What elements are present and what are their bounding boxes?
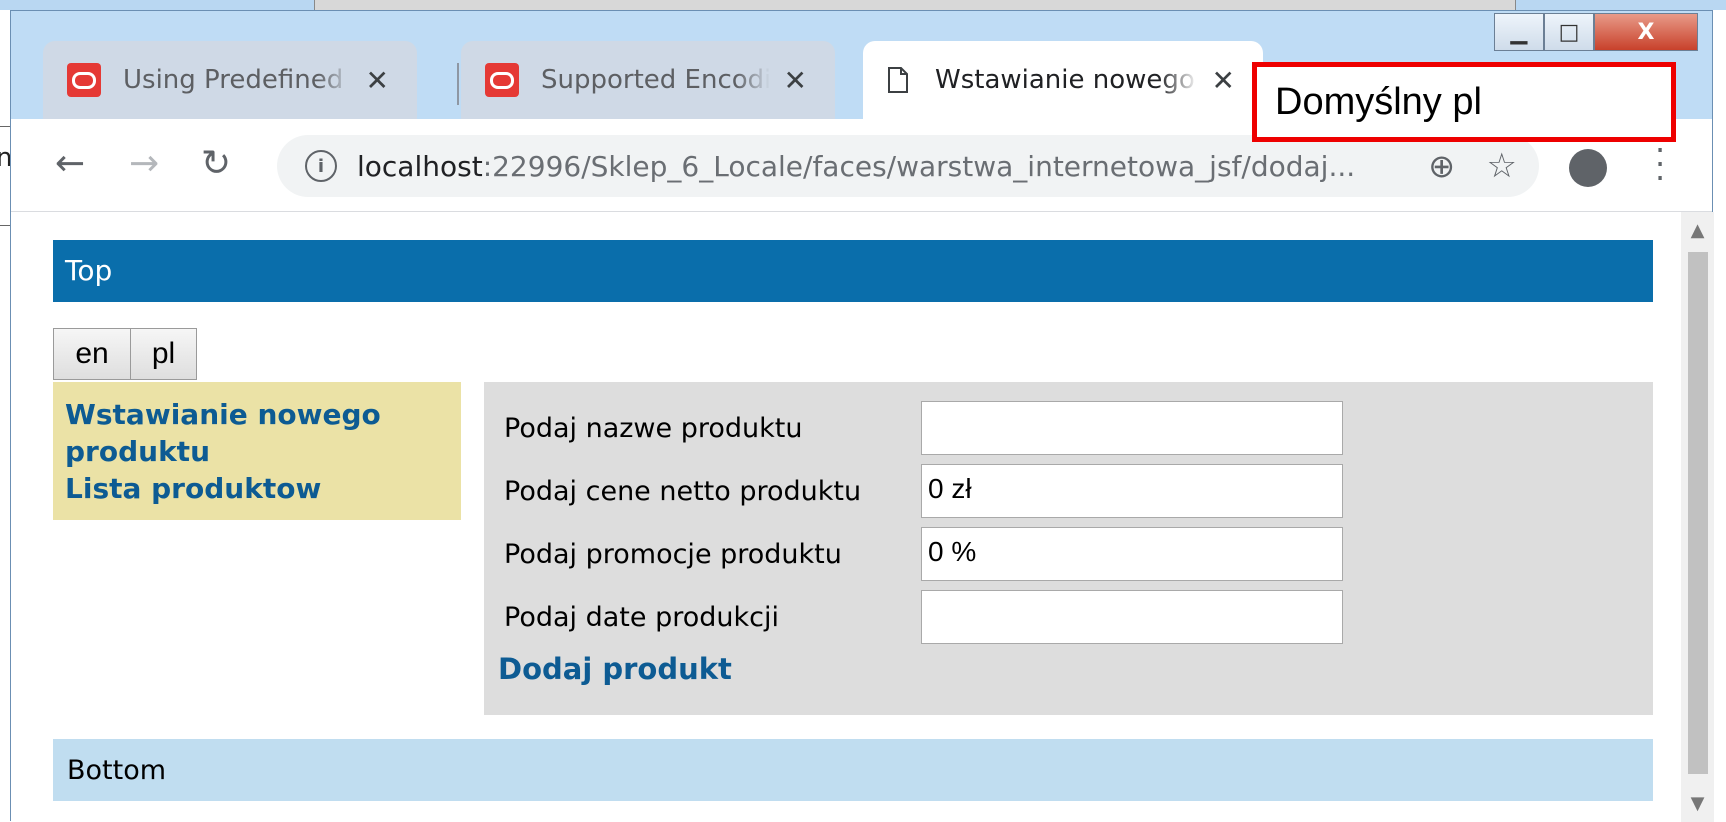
info-icon[interactable]: i: [305, 150, 337, 182]
scroll-down-icon[interactable]: ▼: [1681, 793, 1714, 814]
scroll-up-icon[interactable]: ▲: [1681, 220, 1714, 241]
minimize-button[interactable]: ▁: [1494, 13, 1544, 51]
vertical-scrollbar[interactable]: ▲ ▼: [1681, 212, 1714, 822]
tab-separator: [457, 63, 459, 105]
background-window-strip: [314, 0, 1516, 10]
price-label: Podaj cene netto produktu: [504, 476, 862, 507]
back-arrow-icon[interactable]: ←: [55, 143, 85, 184]
menu-dots-icon[interactable]: · · ·: [1655, 134, 1665, 194]
url-host: localhost: [357, 149, 483, 183]
add-product-link[interactable]: Dodaj produkt: [498, 652, 732, 686]
bookmark-star-icon[interactable]: ☆: [1487, 146, 1517, 186]
tab-title: Supported Encodings: [541, 65, 770, 95]
close-tab-icon[interactable]: ✕: [1212, 64, 1235, 97]
page-viewport: Top en pl Wstawianie nowego produktu Lis…: [11, 212, 1681, 822]
sidebar-link-add-product[interactable]: Wstawianie nowego produktu: [65, 396, 449, 470]
promotion-label: Podaj promocje produktu: [504, 539, 842, 570]
address-bar[interactable]: i localhost:22996/Sklep_6_Locale/faces/w…: [277, 135, 1539, 197]
reload-icon[interactable]: ↻: [201, 143, 231, 184]
oracle-icon: [485, 63, 519, 97]
production-date-label: Podaj date produkcji: [504, 602, 779, 633]
product-form: Podaj nazwe produktu Podaj cene netto pr…: [484, 382, 1653, 715]
tab-wstawianie-nowego[interactable]: Wstawianie nowego p ✕: [863, 41, 1263, 119]
document-icon: [888, 67, 908, 93]
zoom-icon[interactable]: ⊕: [1428, 147, 1455, 185]
annotation-callout: Domyślny pl: [1252, 62, 1676, 142]
name-label: Podaj nazwe produktu: [504, 413, 803, 444]
close-tab-icon[interactable]: ✕: [366, 64, 389, 97]
tab-using-predefined-formats[interactable]: Using Predefined For ✕: [43, 41, 417, 119]
scrollbar-thumb[interactable]: [1688, 252, 1708, 774]
tab-title: Using Predefined For: [123, 65, 352, 95]
tab-title: Wstawianie nowego p: [935, 65, 1198, 95]
window-controls: ▁ □ X: [1494, 13, 1698, 51]
url-path: :22996/Sklep_6_Locale/faces/warstwa_inte…: [482, 149, 1356, 183]
tab-supported-encodings[interactable]: Supported Encodings ✕: [461, 41, 835, 119]
net-price-input[interactable]: 0 zł: [921, 464, 1343, 518]
sidebar-link-product-list[interactable]: Lista produktow: [65, 470, 449, 507]
bottom-band: Bottom: [53, 739, 1653, 801]
top-band: Top: [53, 240, 1653, 302]
product-name-input[interactable]: [921, 401, 1343, 455]
production-date-input[interactable]: [921, 590, 1343, 644]
forward-arrow-icon[interactable]: →: [129, 143, 159, 184]
close-tab-icon[interactable]: ✕: [784, 64, 807, 97]
sidebar-menu: Wstawianie nowego produktu Lista produkt…: [53, 382, 461, 520]
promotion-input[interactable]: 0 %: [921, 527, 1343, 581]
language-pl-button[interactable]: pl: [130, 328, 197, 380]
maximize-button[interactable]: □: [1544, 13, 1594, 51]
profile-avatar-icon[interactable]: [1569, 149, 1607, 187]
oracle-icon: [67, 63, 101, 97]
language-en-button[interactable]: en: [53, 328, 131, 380]
background-window-edge: n: [0, 126, 12, 226]
close-window-button[interactable]: X: [1594, 13, 1698, 51]
